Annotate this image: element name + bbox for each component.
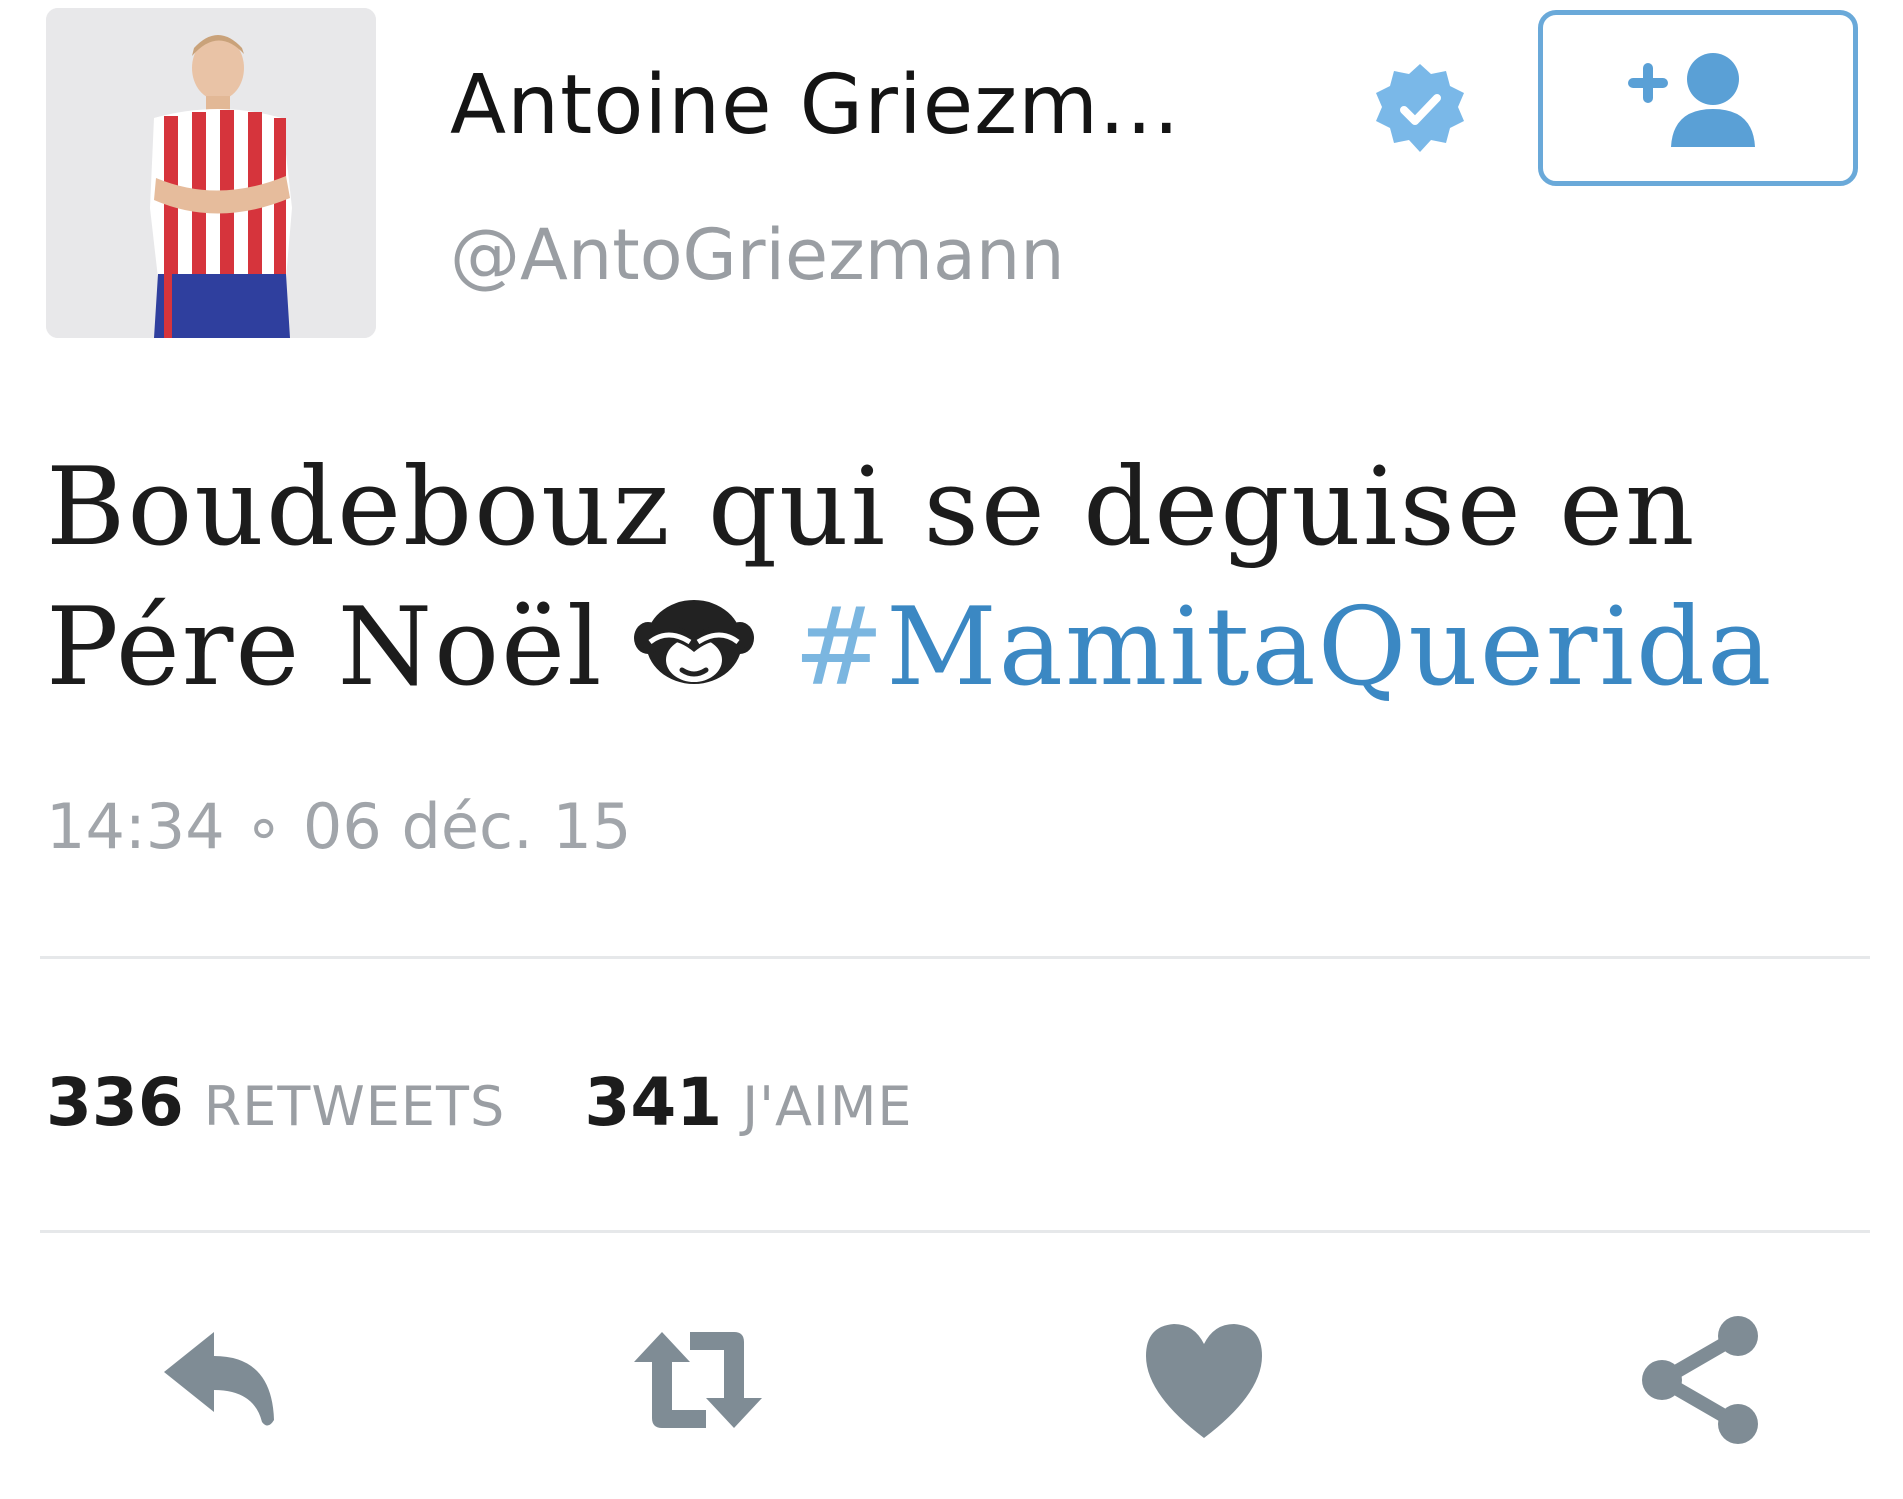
likes-count: 341	[584, 1064, 723, 1141]
retweets-stat[interactable]: 336 RETWEETS	[46, 1064, 505, 1141]
author-handle[interactable]: @AntoGriezmann	[450, 214, 1065, 296]
retweets-count: 336	[46, 1064, 184, 1141]
see-no-evil-icon	[628, 594, 760, 690]
verified-badge-icon	[1370, 60, 1470, 160]
reply-button[interactable]	[150, 1310, 290, 1450]
hashtag-word: MamitaQuerida	[886, 585, 1774, 710]
like-icon	[1146, 1324, 1262, 1438]
tweet-text-line-2: Pére Noël #MamitaQuerida	[46, 578, 1846, 718]
divider-top	[40, 956, 1870, 959]
tweet-text: Boudebouz qui se deguise en Pére Noël #M…	[46, 438, 1846, 718]
tweet-actions-bar	[0, 1310, 1903, 1450]
tweet-text-segment: Pére Noël	[46, 585, 604, 710]
tweet-text-line-1: Boudebouz qui se deguise en	[46, 445, 1697, 570]
like-button[interactable]	[1134, 1310, 1274, 1450]
author-avatar[interactable]	[46, 8, 376, 338]
share-button[interactable]	[1630, 1310, 1770, 1450]
player-avatar-image	[46, 8, 376, 338]
likes-stat[interactable]: 341 J'AIME	[584, 1064, 912, 1141]
retweets-label: RETWEETS	[203, 1075, 506, 1138]
tweet-timestamp[interactable]: 14:34 ∘ 06 déc. 15	[46, 790, 631, 863]
share-icon	[1642, 1316, 1758, 1444]
hashtag-symbol: #	[793, 585, 887, 710]
follow-button[interactable]	[1538, 10, 1858, 186]
retweet-icon	[634, 1332, 762, 1428]
tweet-card: Antoine Griezm... @AntoGriezmann Boudebo…	[0, 0, 1903, 1499]
follow-user-icon	[1628, 53, 1755, 147]
reply-icon	[164, 1332, 274, 1426]
hashtag-link[interactable]: #MamitaQuerida	[794, 585, 1774, 710]
engagement-stats: 336 RETWEETS 341 J'AIME	[46, 1064, 987, 1141]
divider-bottom	[40, 1230, 1870, 1233]
author-display-name[interactable]: Antoine Griezm...	[450, 58, 1180, 153]
likes-label: J'AIME	[742, 1075, 913, 1138]
retweet-button[interactable]	[628, 1310, 768, 1450]
